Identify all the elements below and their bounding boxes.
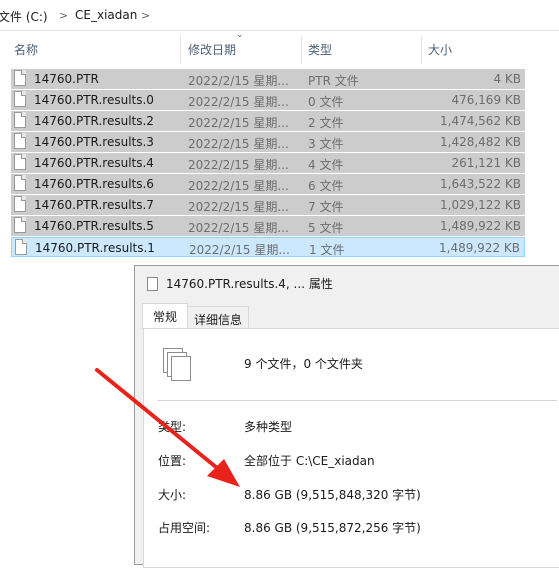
file-name: 14760.PTR — [34, 72, 99, 86]
file-size: 1,474,562 KB — [440, 114, 521, 128]
file-date: 2022/2/15 星期... — [188, 116, 289, 130]
file-icon — [14, 91, 26, 107]
file-name: 14760.PTR.results.4 — [34, 156, 154, 170]
column-header-type[interactable]: 类型 — [308, 41, 332, 61]
file-name: 14760.PTR.results.2 — [34, 114, 154, 128]
file-name: 14760.PTR.results.5 — [34, 219, 154, 233]
chevron-right-icon[interactable]: > — [141, 9, 150, 22]
tab-details[interactable]: 详细信息 — [187, 306, 249, 328]
file-type: 3 文件 — [308, 137, 344, 151]
file-row[interactable]: 14760.PTR.results.2 2022/2/15 星期... 2 文件… — [11, 111, 525, 131]
file-name: 14760.PTR.results.1 — [35, 241, 155, 255]
file-icon — [14, 217, 26, 233]
file-row[interactable]: 14760.PTR.results.7 2022/2/15 星期... 7 文件… — [11, 195, 525, 215]
file-icon — [14, 70, 26, 86]
divider — [157, 400, 557, 401]
file-type: 5 文件 — [308, 221, 344, 235]
breadcrumb-drive[interactable]: 文件 (C:) — [0, 8, 48, 25]
file-type: 7 文件 — [308, 200, 344, 214]
type-label: 类型: — [158, 420, 187, 434]
column-divider[interactable] — [421, 36, 422, 64]
file-icon — [14, 196, 26, 212]
file-name: 14760.PTR.results.6 — [34, 177, 154, 191]
file-icon — [14, 133, 26, 149]
file-type: PTR 文件 — [308, 74, 359, 88]
selection-summary: 9 个文件，0 个文件夹 — [244, 357, 363, 371]
dialog-title: 14760.PTR.results.4, ... 属性 — [166, 277, 333, 291]
sort-caret-icon: ⌄ — [236, 30, 244, 40]
chevron-right-icon[interactable]: > — [59, 9, 68, 22]
file-type: 0 文件 — [308, 95, 344, 109]
file-row[interactable]: 14760.PTR.results.0 2022/2/15 星期... 0 文件… — [11, 90, 525, 110]
file-size: 4 KB — [493, 72, 521, 86]
file-row[interactable]: 14760.PTR.results.5 2022/2/15 星期... 5 文件… — [11, 216, 525, 236]
file-row[interactable]: 14760.PTR.results.6 2022/2/15 星期... 6 文件… — [11, 174, 525, 194]
file-date: 2022/2/15 星期... — [188, 95, 289, 109]
file-size: 1,643,522 KB — [440, 177, 521, 191]
file-type: 6 文件 — [308, 179, 344, 193]
file-icon — [14, 154, 26, 170]
file-date: 2022/2/15 星期... — [188, 137, 289, 151]
file-date: 2022/2/15 星期... — [188, 221, 289, 235]
location-value: 全部位于 C:\CE_xiadan — [244, 454, 375, 468]
file-date: 2022/2/15 星期... — [189, 243, 290, 257]
file-name: 14760.PTR.results.0 — [34, 93, 154, 107]
file-row[interactable]: 14760.PTR.results.3 2022/2/15 星期... 3 文件… — [11, 132, 525, 152]
file-icon — [14, 112, 26, 128]
properties-dialog[interactable]: 14760.PTR.results.4, ... 属性 详细信息 常规 9 个文… — [134, 265, 559, 568]
disk-size-label: 占用空间: — [158, 521, 211, 535]
file-date: 2022/2/15 星期... — [188, 158, 289, 172]
size-label: 大小: — [158, 488, 187, 502]
file-size: 1,489,922 KB — [439, 241, 520, 255]
type-value: 多种类型 — [244, 420, 293, 434]
tab-general[interactable]: 常规 — [142, 303, 188, 329]
breadcrumb-folder[interactable]: CE_xiadan — [75, 8, 137, 22]
column-divider[interactable] — [301, 36, 302, 64]
size-value: 8.86 GB (9,515,848,320 字节) — [244, 488, 421, 502]
address-breadcrumb[interactable]: 文件 (C:) > CE_xiadan > — [0, 0, 559, 31]
multiple-files-icon — [160, 348, 194, 382]
file-type: 4 文件 — [308, 158, 344, 172]
disk-size-value: 8.86 GB (9,515,872,256 字节) — [244, 521, 421, 535]
file-name: 14760.PTR.results.7 — [34, 198, 154, 212]
file-row[interactable]: 14760.PTR 2022/2/15 星期... PTR 文件 4 KB — [11, 69, 525, 89]
file-name: 14760.PTR.results.3 — [34, 135, 154, 149]
location-label: 位置: — [158, 454, 187, 468]
file-icon — [14, 175, 26, 191]
file-size: 476,169 KB — [451, 93, 521, 107]
file-type: 2 文件 — [308, 116, 344, 130]
file-row[interactable]: 14760.PTR.results.4 2022/2/15 星期... 4 文件… — [11, 153, 525, 173]
properties-title-icon — [147, 277, 158, 291]
file-size: 1,029,122 KB — [440, 198, 521, 212]
file-icon — [15, 239, 27, 255]
file-date: 2022/2/15 星期... — [188, 74, 289, 88]
file-size: 1,428,482 KB — [440, 135, 521, 149]
file-size: 1,489,922 KB — [440, 219, 521, 233]
column-header-size[interactable]: 大小 — [428, 41, 452, 61]
file-date: 2022/2/15 星期... — [188, 200, 289, 214]
file-date: 2022/2/15 星期... — [188, 179, 289, 193]
file-type: 1 文件 — [309, 243, 345, 257]
column-header-date[interactable]: 修改日期 — [188, 41, 236, 61]
file-row-focused[interactable]: 14760.PTR.results.1 2022/2/15 星期... 1 文件… — [11, 237, 525, 257]
column-header-name[interactable]: 名称 — [14, 41, 38, 61]
file-size: 261,121 KB — [451, 156, 521, 170]
column-divider[interactable] — [180, 36, 181, 64]
